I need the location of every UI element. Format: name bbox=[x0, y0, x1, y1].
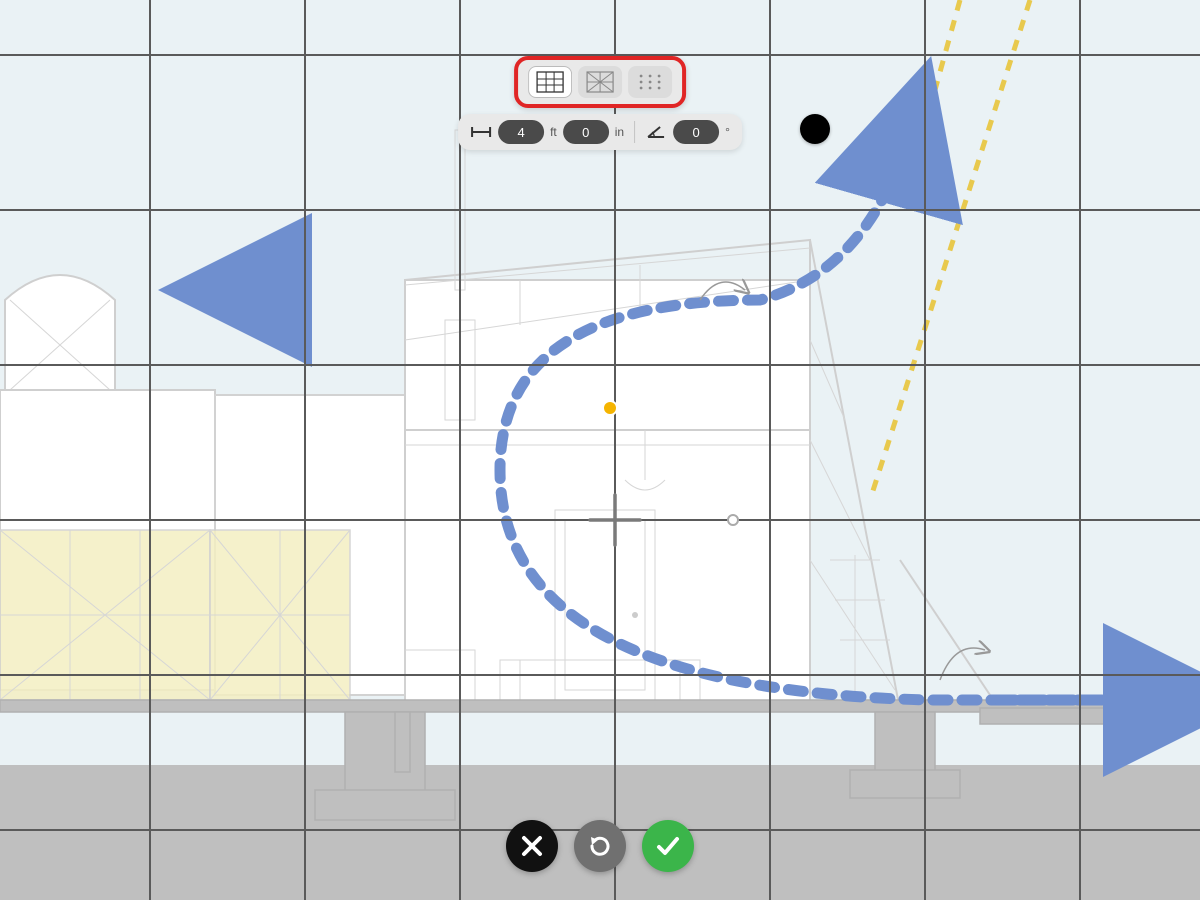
action-bar bbox=[506, 820, 694, 872]
close-icon bbox=[519, 833, 545, 859]
snap-marker[interactable] bbox=[727, 514, 739, 526]
grid-edit-canvas[interactable]: 4 ft 0 in 0 ° bbox=[0, 0, 1200, 900]
toolbar-separator bbox=[634, 121, 635, 143]
grid-lines-button[interactable] bbox=[528, 66, 572, 98]
dimension-toolbar: 4 ft 0 in 0 ° bbox=[458, 114, 742, 150]
angle-unit-label: ° bbox=[725, 125, 730, 139]
grid-lines-icon bbox=[536, 71, 564, 93]
grid-color-swatch[interactable] bbox=[800, 114, 830, 144]
confirm-button[interactable] bbox=[642, 820, 694, 872]
angle-input[interactable]: 0 bbox=[673, 120, 719, 144]
spacing-feet-input[interactable]: 4 bbox=[498, 120, 544, 144]
check-icon bbox=[654, 832, 682, 860]
inches-unit-label: in bbox=[615, 125, 624, 139]
grid-dots-button[interactable] bbox=[628, 66, 672, 98]
refresh-icon bbox=[587, 833, 613, 859]
grid-dots-icon bbox=[636, 71, 664, 93]
angle-icon bbox=[645, 124, 667, 140]
grid-cross-icon bbox=[586, 71, 614, 93]
feet-unit-label: ft bbox=[550, 125, 557, 139]
grid-style-toolbar bbox=[514, 56, 686, 108]
distance-icon bbox=[470, 124, 492, 140]
cancel-button[interactable] bbox=[506, 820, 558, 872]
spacing-inches-input[interactable]: 0 bbox=[563, 120, 609, 144]
reset-button[interactable] bbox=[574, 820, 626, 872]
origin-marker[interactable] bbox=[604, 402, 616, 414]
crosshair-icon bbox=[590, 495, 640, 545]
grid-cross-button[interactable] bbox=[578, 66, 622, 98]
